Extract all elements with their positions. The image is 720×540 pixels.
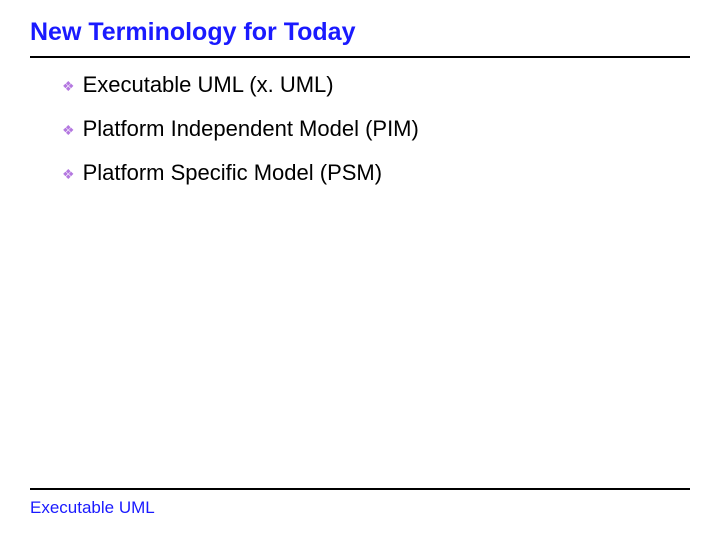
footer-divider	[30, 488, 690, 490]
slide-title: New Terminology for Today	[30, 18, 356, 47]
bullet-text: Platform Independent Model (PIM)	[83, 116, 419, 142]
slide: New Terminology for Today ❖ Executable U…	[0, 0, 720, 540]
bullet-text: Executable UML (x. UML)	[83, 72, 334, 98]
bullet-text: Platform Specific Model (PSM)	[83, 160, 383, 186]
list-item: ❖ Platform Independent Model (PIM)	[62, 116, 662, 142]
diamond-icon: ❖	[62, 75, 75, 97]
bullet-list: ❖ Executable UML (x. UML) ❖ Platform Ind…	[62, 72, 662, 204]
diamond-icon: ❖	[62, 163, 75, 185]
title-divider	[30, 56, 690, 58]
list-item: ❖ Platform Specific Model (PSM)	[62, 160, 662, 186]
list-item: ❖ Executable UML (x. UML)	[62, 72, 662, 98]
footer-text: Executable UML	[30, 498, 155, 518]
diamond-icon: ❖	[62, 119, 75, 141]
